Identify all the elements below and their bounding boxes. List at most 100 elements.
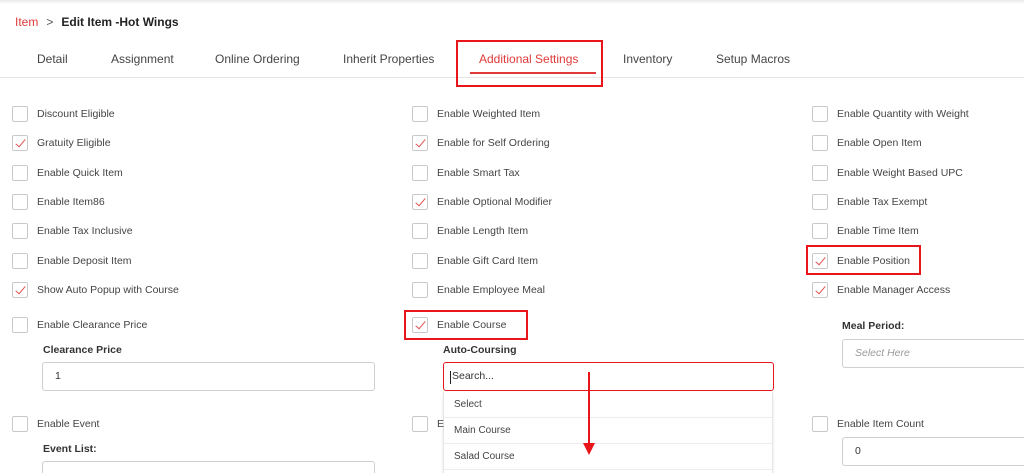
text-cursor bbox=[450, 371, 451, 384]
annotation-arrow-head-icon bbox=[583, 443, 595, 455]
checkbox-partially-hidden[interactable]: E bbox=[412, 414, 444, 434]
annotation-arrow-line bbox=[588, 372, 590, 446]
checkbox-label: Enable Weighted Item bbox=[437, 108, 541, 120]
checkbox-box[interactable] bbox=[812, 194, 828, 210]
tab-detail[interactable]: Detail bbox=[37, 40, 68, 78]
tab-inventory[interactable]: Inventory bbox=[623, 40, 672, 78]
active-tab-indicator bbox=[470, 72, 596, 74]
checkbox-enable-length-item[interactable]: Enable Length Item bbox=[412, 221, 528, 241]
checkbox-box[interactable] bbox=[12, 135, 28, 151]
checkbox-label: Enable Event bbox=[37, 418, 100, 430]
checkbox-box[interactable] bbox=[812, 253, 828, 269]
tab-inherit-properties[interactable]: Inherit Properties bbox=[343, 40, 434, 78]
clearance-price-input[interactable]: 1 bbox=[42, 362, 375, 391]
checkbox-label: Enable Employee Meal bbox=[437, 284, 545, 296]
checkbox-label: Enable Time Item bbox=[837, 225, 919, 237]
checkbox-box[interactable] bbox=[412, 416, 428, 432]
event-list-label: Event List: bbox=[43, 443, 97, 455]
checkbox-box[interactable] bbox=[412, 282, 428, 298]
checkbox-label: Enable Optional Modifier bbox=[437, 196, 552, 208]
checkbox-box[interactable] bbox=[812, 165, 828, 181]
checkbox-box[interactable] bbox=[812, 106, 828, 122]
checkbox-enable-smart-tax[interactable]: Enable Smart Tax bbox=[412, 163, 520, 183]
checkbox-enable-time-item[interactable]: Enable Time Item bbox=[812, 221, 919, 241]
checkbox-box[interactable] bbox=[412, 317, 428, 333]
checkbox-label: Enable Manager Access bbox=[837, 284, 951, 296]
checkbox-enable-deposit-item[interactable]: Enable Deposit Item bbox=[12, 251, 132, 271]
checkbox-label: Enable Open Item bbox=[837, 137, 922, 149]
checkbox-box[interactable] bbox=[12, 253, 28, 269]
checkbox-box[interactable] bbox=[412, 194, 428, 210]
auto-coursing-dropdown: Select Main Course Salad Course bbox=[443, 392, 773, 473]
tab-online-ordering[interactable]: Online Ordering bbox=[215, 40, 300, 78]
checkbox-label: Show Auto Popup with Course bbox=[37, 284, 179, 296]
checkbox-box[interactable] bbox=[812, 135, 828, 151]
dropdown-option-select[interactable]: Select bbox=[444, 392, 772, 418]
checkbox-label: Enable Clearance Price bbox=[37, 319, 148, 331]
checkbox-enable-weight-based-upc[interactable]: Enable Weight Based UPC bbox=[812, 163, 963, 183]
checkbox-enable-weighted-item[interactable]: Enable Weighted Item bbox=[412, 104, 540, 124]
checkbox-enable-quick-item[interactable]: Enable Quick Item bbox=[12, 163, 123, 183]
checkbox-label: Enable Item Count bbox=[837, 418, 924, 430]
checkbox-enable-employee-meal[interactable]: Enable Employee Meal bbox=[412, 280, 545, 300]
auto-coursing-search-input[interactable]: Search... bbox=[443, 362, 774, 391]
checkbox-box[interactable] bbox=[812, 223, 828, 239]
auto-coursing-label: Auto-Coursing bbox=[443, 344, 517, 356]
checkbox-label: Enable Quantity with Weight bbox=[837, 108, 969, 120]
checkbox-discount-eligible[interactable]: Discount Eligible bbox=[12, 104, 115, 124]
meal-period-placeholder: Select Here bbox=[855, 347, 910, 359]
checkbox-enable-item-count[interactable]: Enable Item Count bbox=[812, 414, 924, 434]
checkbox-box[interactable] bbox=[412, 253, 428, 269]
checkbox-enable-position[interactable]: Enable Position bbox=[812, 251, 910, 271]
checkbox-box[interactable] bbox=[12, 106, 28, 122]
checkbox-enable-for-self-ordering[interactable]: Enable for Self Ordering bbox=[412, 133, 550, 153]
checkbox-label: E bbox=[437, 418, 445, 430]
checkbox-box[interactable] bbox=[12, 317, 28, 333]
tab-setup-macros[interactable]: Setup Macros bbox=[716, 40, 790, 78]
checkbox-enable-tax-inclusive[interactable]: Enable Tax Inclusive bbox=[12, 221, 133, 241]
checkbox-enable-tax-exempt[interactable]: Enable Tax Exempt bbox=[812, 192, 927, 212]
checkbox-enable-open-item[interactable]: Enable Open Item bbox=[812, 133, 922, 153]
checkbox-box[interactable] bbox=[12, 165, 28, 181]
event-list-select[interactable] bbox=[42, 461, 375, 473]
checkbox-box[interactable] bbox=[12, 416, 28, 432]
checkbox-enable-gift-card-item[interactable]: Enable Gift Card Item bbox=[412, 251, 538, 271]
checkbox-label: Enable Item86 bbox=[37, 196, 105, 208]
checkbox-enable-event[interactable]: Enable Event bbox=[12, 414, 99, 434]
dropdown-option-salad-course[interactable]: Salad Course bbox=[444, 444, 772, 470]
checkbox-enable-optional-modifier[interactable]: Enable Optional Modifier bbox=[412, 192, 552, 212]
checkbox-enable-manager-access[interactable]: Enable Manager Access bbox=[812, 280, 950, 300]
breadcrumb-separator: > bbox=[46, 15, 54, 29]
checkbox-enable-item86[interactable]: Enable Item86 bbox=[12, 192, 105, 212]
checkbox-label: Enable Position bbox=[837, 255, 910, 267]
checkbox-box[interactable] bbox=[812, 282, 828, 298]
checkbox-box[interactable] bbox=[412, 165, 428, 181]
checkbox-box[interactable] bbox=[12, 282, 28, 298]
checkbox-label: Gratuity Eligible bbox=[37, 137, 111, 149]
checkbox-label: Enable Deposit Item bbox=[37, 255, 132, 267]
clearance-price-label: Clearance Price bbox=[43, 344, 122, 356]
checkbox-label: Enable Tax Exempt bbox=[837, 196, 928, 208]
item-count-input[interactable]: 0 bbox=[842, 437, 1024, 466]
checkbox-label: Enable Smart Tax bbox=[437, 167, 520, 179]
breadcrumb: Item > Edit Item -Hot Wings bbox=[15, 14, 179, 30]
dropdown-option-main-course[interactable]: Main Course bbox=[444, 418, 772, 444]
checkbox-box[interactable] bbox=[412, 223, 428, 239]
tab-assignment[interactable]: Assignment bbox=[111, 40, 174, 78]
checkbox-label: Enable Gift Card Item bbox=[437, 255, 538, 267]
checkbox-box[interactable] bbox=[412, 106, 428, 122]
checkbox-box[interactable] bbox=[812, 416, 828, 432]
checkbox-enable-clearance-price[interactable]: Enable Clearance Price bbox=[12, 315, 147, 335]
checkbox-box[interactable] bbox=[12, 223, 28, 239]
checkbox-enable-quantity-with-weight[interactable]: Enable Quantity with Weight bbox=[812, 104, 969, 124]
meal-period-select[interactable]: Select Here bbox=[842, 339, 1024, 368]
checkbox-box[interactable] bbox=[12, 194, 28, 210]
breadcrumb-item-link[interactable]: Item bbox=[15, 15, 38, 29]
checkbox-show-auto-popup-with-course[interactable]: Show Auto Popup with Course bbox=[12, 280, 179, 300]
checkbox-enable-course[interactable]: Enable Course bbox=[412, 315, 506, 335]
top-shadow bbox=[0, 0, 1024, 4]
page-title: Edit Item -Hot Wings bbox=[61, 15, 179, 29]
checkbox-box[interactable] bbox=[412, 135, 428, 151]
checkbox-label: Enable for Self Ordering bbox=[437, 137, 550, 149]
checkbox-gratuity-eligible[interactable]: Gratuity Eligible bbox=[12, 133, 111, 153]
